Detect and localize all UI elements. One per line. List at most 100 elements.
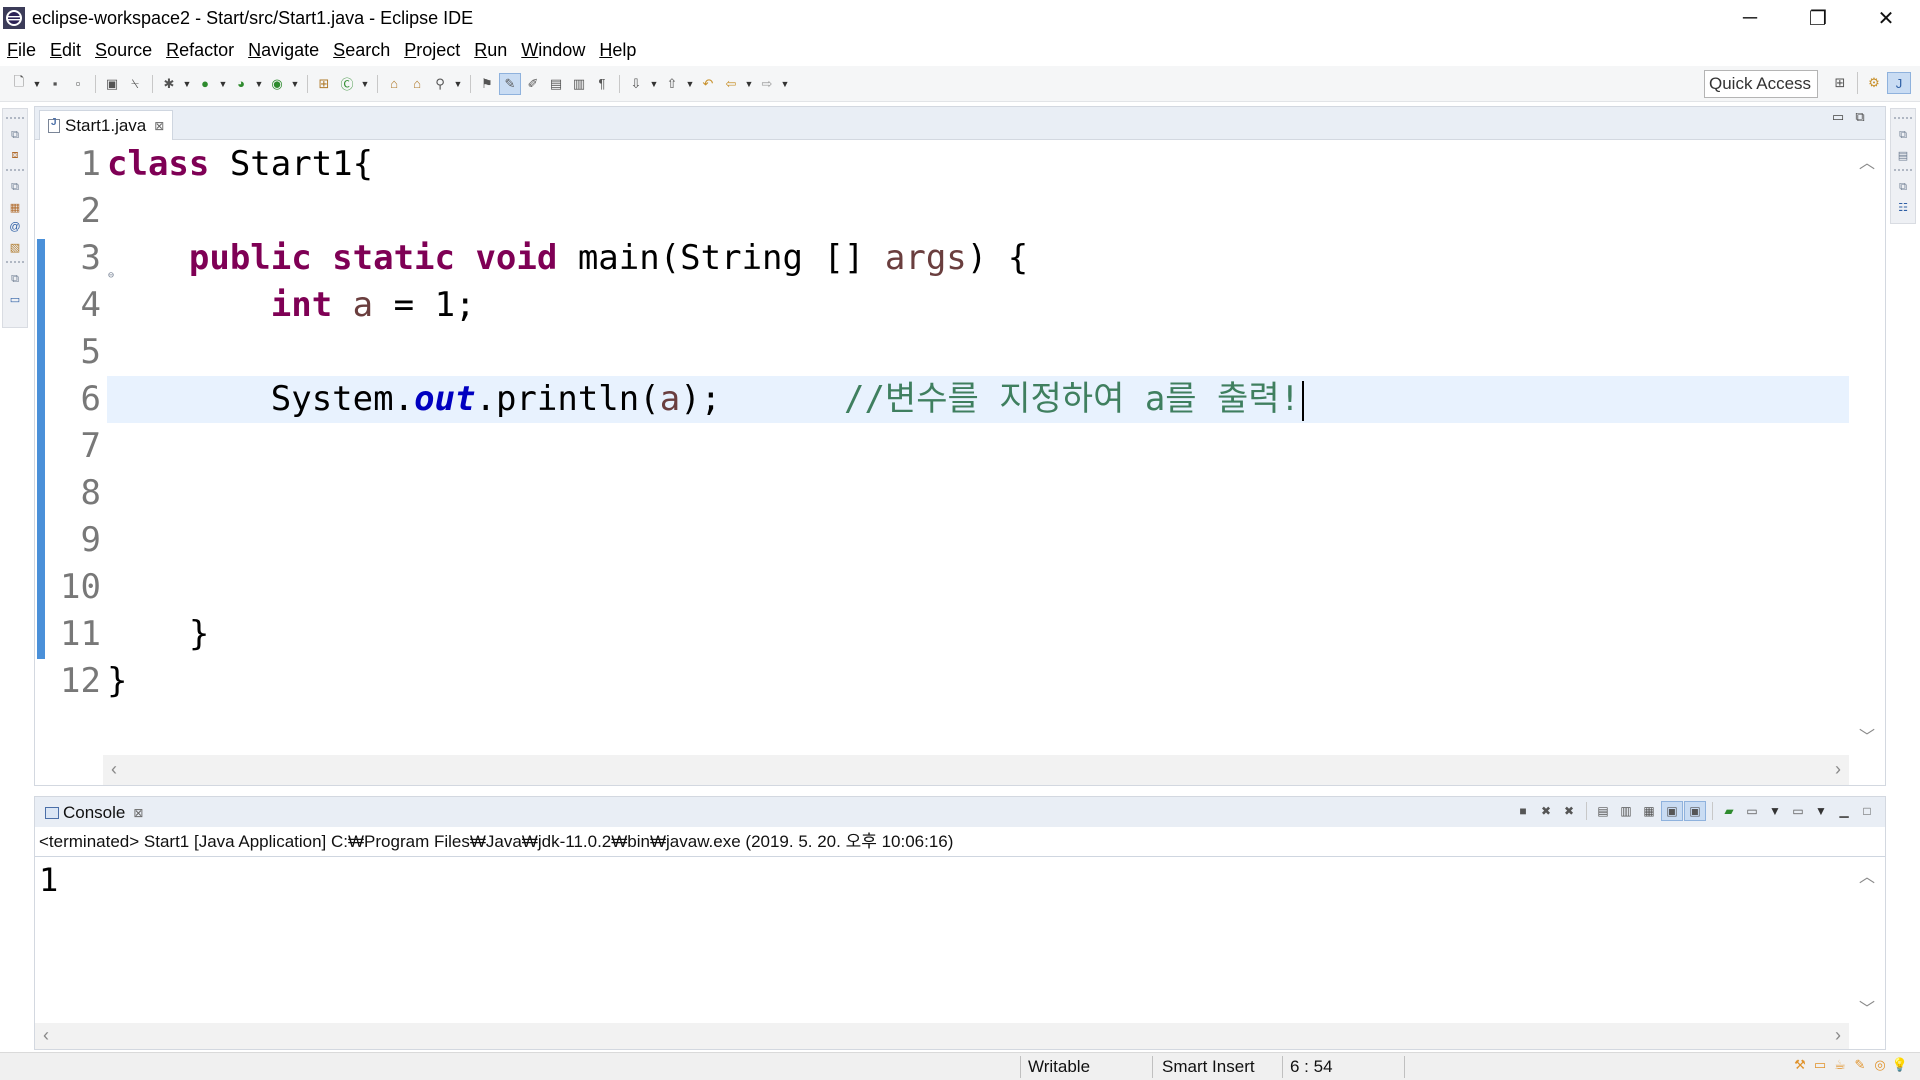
scroll-left-icon[interactable]: ‹ — [111, 759, 117, 780]
skip-breakpoints-icon[interactable]: ⍀ — [124, 73, 146, 95]
java-ee-perspective-icon[interactable]: ⚙ — [1862, 72, 1886, 94]
display-console-icon[interactable]: ▭ — [1741, 801, 1763, 821]
restore-view-icon[interactable]: ⧉ — [6, 177, 24, 197]
menu-edit[interactable]: Edit — [50, 40, 81, 61]
pilcrow-icon[interactable]: ¶ — [591, 73, 613, 95]
save-all-icon[interactable]: ▫ — [67, 73, 89, 95]
restore-view-icon[interactable]: ⧉ — [6, 125, 24, 145]
show-on-stdout-icon[interactable]: ▣ — [1661, 801, 1683, 821]
console-horizontal-scrollbar[interactable]: ‹ › — [35, 1023, 1849, 1049]
open-task-icon[interactable]: ⌂ — [406, 73, 428, 95]
menu-run[interactable]: Run — [474, 40, 507, 61]
next-annotation-icon[interactable]: ⇩ — [625, 73, 647, 95]
scroll-up-icon[interactable]: ︿ — [1859, 863, 1875, 887]
editor-tab-start1[interactable]: Start1.java ⊠ — [39, 110, 174, 140]
menu-help[interactable]: Help — [599, 40, 636, 61]
close-tab-icon[interactable]: ⊠ — [133, 806, 143, 820]
java-perspective-icon[interactable]: J — [1887, 72, 1911, 94]
open-type-icon[interactable]: ⌂ — [383, 73, 405, 95]
menu-file[interactable]: File — [7, 40, 36, 61]
package-explorer-icon[interactable]: ⧈ — [6, 145, 24, 165]
minimize-icon[interactable]: ▁ — [1833, 801, 1855, 821]
open-console-icon[interactable]: ▭ — [1787, 801, 1809, 821]
new-java-package-icon[interactable]: ⊞ — [313, 73, 335, 95]
back-icon[interactable]: ⇦ — [720, 73, 742, 95]
console-output[interactable]: 1 — [39, 861, 58, 899]
word-wrap-icon[interactable]: ▦ — [1638, 801, 1660, 821]
book-icon[interactable]: ▭ — [1810, 1057, 1830, 1073]
restore-view-icon[interactable]: ⧉ — [6, 269, 24, 289]
scroll-left-icon[interactable]: ‹ — [43, 1025, 49, 1046]
menu-navigate[interactable]: Navigate — [248, 40, 319, 61]
console-vertical-scrollbar[interactable]: ︿ ﹀ — [1849, 859, 1885, 1023]
scroll-down-icon[interactable]: ﹀ — [1859, 995, 1875, 1019]
quick-access-field[interactable]: Quick Access — [1704, 70, 1818, 98]
console-tab[interactable]: Console ⊠ — [39, 799, 149, 827]
run-icon[interactable]: ● — [194, 73, 216, 95]
task-list-icon[interactable]: ▭ — [6, 289, 24, 309]
word-wrap-icon[interactable]: ▤ — [545, 73, 567, 95]
coffee-icon[interactable]: ☕ — [1830, 1057, 1850, 1073]
terminate-icon[interactable]: ■ — [1512, 801, 1534, 821]
toggle-mark-occurrences-icon[interactable]: ✎ — [499, 72, 521, 95]
scroll-right-icon[interactable]: › — [1835, 759, 1841, 780]
menu-refactor[interactable]: Refactor — [166, 40, 234, 61]
code-editor[interactable]: 1 2 3 ⊖ 4 5 6 7 8 9 10 11 12 class Start1… — [35, 141, 1849, 755]
forward-icon[interactable]: ⇨ — [756, 73, 778, 95]
forward-dropdown-icon[interactable]: ▼ — [779, 73, 791, 95]
coverage-icon[interactable]: ◕ — [230, 73, 252, 95]
outline-icon[interactable]: ▦ — [6, 197, 24, 217]
toggle-block-selection-icon[interactable]: ✐ — [522, 73, 544, 95]
menu-window[interactable]: Window — [521, 40, 585, 61]
close-button[interactable]: ✕ — [1852, 0, 1920, 36]
open-perspective-icon[interactable]: ⊞ — [1828, 72, 1852, 94]
javadoc-icon[interactable]: @ — [6, 217, 24, 237]
editor-vertical-scrollbar[interactable]: ︿ ﹀ — [1849, 141, 1885, 755]
debug-icon[interactable]: ✱ — [158, 73, 180, 95]
save-icon[interactable]: ▪ — [44, 73, 66, 95]
code-text[interactable]: class Start1{ public static void main(St… — [107, 141, 1849, 705]
run-dropdown-icon[interactable]: ▼ — [217, 73, 229, 95]
restore-view-icon[interactable]: ⧉ — [1894, 125, 1912, 145]
minimize-button[interactable]: ─ — [1716, 0, 1784, 36]
next-annotation-dropdown-icon[interactable]: ▼ — [648, 73, 660, 95]
target-icon[interactable]: ◎ — [1870, 1057, 1890, 1073]
coverage-dropdown-icon[interactable]: ▼ — [253, 73, 265, 95]
pencil-icon[interactable]: ✎ — [1850, 1057, 1870, 1073]
show-on-stderr-icon[interactable]: ▣ — [1684, 801, 1706, 821]
terminal-icon[interactable]: ▣ — [101, 73, 123, 95]
menu-source[interactable]: Source — [95, 40, 152, 61]
remove-all-terminated-icon[interactable]: ✖ — [1558, 801, 1580, 821]
scroll-down-icon[interactable]: ﹀ — [1859, 723, 1875, 747]
scroll-lock-icon[interactable]: ▥ — [1615, 801, 1637, 821]
display-console-dropdown-icon[interactable]: ▼ — [1764, 801, 1786, 821]
external-tools-dropdown-icon[interactable]: ▼ — [289, 73, 301, 95]
back-dropdown-icon[interactable]: ▼ — [743, 73, 755, 95]
search-icon[interactable]: ⚲ — [429, 73, 451, 95]
maximize-icon[interactable]: ⧉ — [1849, 109, 1871, 125]
status-cursor-position[interactable]: 6 : 54 — [1282, 1053, 1402, 1080]
scroll-up-icon[interactable]: ︿ — [1859, 149, 1875, 173]
last-edit-location-icon[interactable]: ↶ — [697, 73, 719, 95]
task-list-icon[interactable]: ▤ — [1894, 145, 1912, 165]
new-icon[interactable]: 🗋 — [8, 73, 30, 95]
clear-console-icon[interactable]: ▤ — [1592, 801, 1614, 821]
minimize-icon[interactable]: ▭ — [1827, 109, 1849, 125]
search-dropdown-icon[interactable]: ▼ — [452, 73, 464, 95]
close-tab-icon[interactable]: ⊠ — [154, 119, 164, 133]
status-insert-mode[interactable]: Smart Insert — [1154, 1053, 1282, 1080]
declaration-icon[interactable]: ▧ — [6, 237, 24, 257]
editor-horizontal-scrollbar[interactable]: ‹ › — [103, 755, 1849, 785]
previous-annotation-dropdown-icon[interactable]: ▼ — [684, 73, 696, 95]
previous-annotation-icon[interactable]: ⇧ — [661, 73, 683, 95]
external-tools-icon[interactable]: ◉ — [266, 73, 288, 95]
maximize-icon[interactable]: □ — [1856, 801, 1878, 821]
toggle-breadcrumb-icon[interactable]: ⚑ — [476, 73, 498, 95]
menu-project[interactable]: Project — [404, 40, 460, 61]
new-java-class-icon[interactable]: Ⓒ — [336, 73, 358, 95]
outline-icon[interactable]: ☷ — [1894, 197, 1912, 217]
scroll-right-icon[interactable]: › — [1835, 1025, 1841, 1046]
restore-view-icon[interactable]: ⧉ — [1894, 177, 1912, 197]
heap-status-icon[interactable]: ⚒ — [1790, 1057, 1810, 1073]
pin-console-icon[interactable]: ▰ — [1718, 801, 1740, 821]
